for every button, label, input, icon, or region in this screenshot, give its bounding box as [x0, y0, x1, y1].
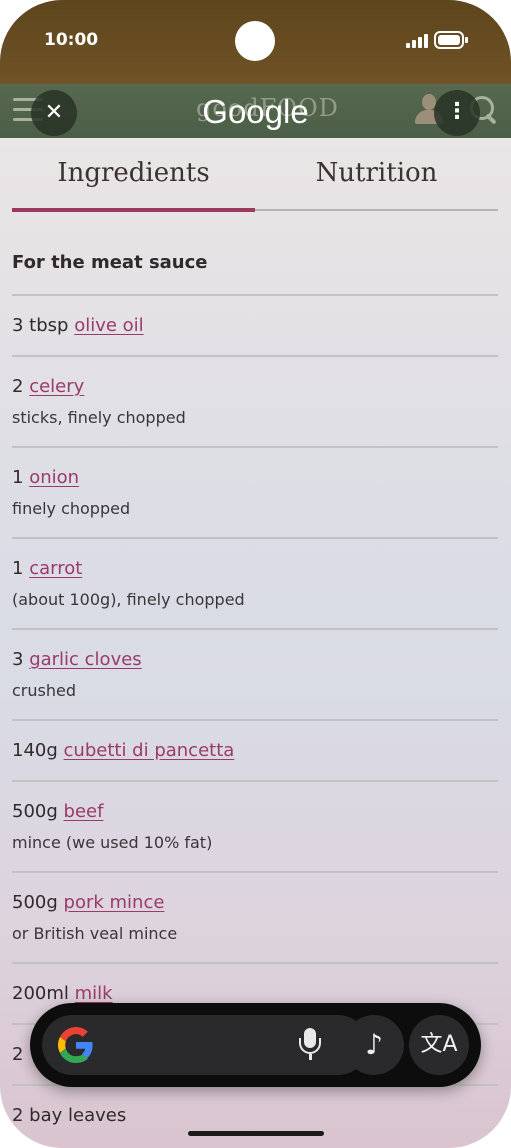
list-item: 2 celery sticks, finely chopped [12, 355, 498, 446]
tab-ingredients[interactable]: Ingredients [12, 158, 255, 188]
ingredient-qty: 1 [12, 558, 24, 579]
ingredient-link[interactable]: onion [29, 467, 79, 488]
ingredient-note: crushed [12, 681, 76, 700]
mic-icon[interactable] [297, 1028, 323, 1062]
ingredient-qty: 2 bay leaves [12, 1105, 127, 1126]
ingredient-note: sticks, finely chopped [12, 408, 186, 427]
list-item: 140g cubetti di pancetta [12, 719, 498, 780]
music-search-button[interactable]: ♪ [344, 1015, 404, 1075]
ingredient-link[interactable]: carrot [29, 558, 82, 579]
translate-icon: 文A [420, 1032, 458, 1057]
tab-bar: Ingredients Nutrition [12, 138, 498, 214]
home-indicator[interactable] [188, 1131, 324, 1136]
lens-search-pill[interactable] [42, 1015, 368, 1075]
ingredient-link[interactable]: olive oil [74, 315, 143, 336]
battery-icon [434, 31, 464, 49]
more-icon: ⋮ [446, 99, 468, 124]
ingredient-qty: 140g [12, 740, 58, 761]
ingredient-qty: 200ml [12, 983, 69, 1004]
list-item: 500g beef mince (we used 10% fat) [12, 780, 498, 871]
ingredient-note: finely chopped [12, 499, 131, 518]
close-icon: ✕ [44, 100, 64, 125]
ingredient-link[interactable]: milk [75, 983, 113, 1004]
google-lens-bar: ♪ 文A [30, 1003, 481, 1087]
more-button[interactable]: ⋮ [434, 90, 480, 136]
ingredient-qty: 500g [12, 892, 58, 913]
list-item: 3 garlic cloves crushed [12, 628, 498, 719]
phone-screen: 10:00 goodFOOD Google ✕ ⋮ Ingredients Nu… [0, 0, 511, 1148]
list-item: 1 onion finely chopped [12, 446, 498, 537]
ingredient-qty: 2 [12, 1044, 24, 1065]
ingredient-link[interactable]: cubetti di pancetta [64, 740, 235, 761]
active-tab-indicator [12, 208, 255, 212]
list-item: 3 tbsp olive oil [12, 294, 498, 355]
status-bar: 10:00 [0, 0, 511, 84]
tab-nutrition[interactable]: Nutrition [255, 158, 498, 188]
music-note-icon: ♪ [365, 1028, 383, 1061]
signal-icon [406, 34, 428, 48]
ingredient-qty: 500g [12, 801, 58, 822]
google-g-icon [58, 1027, 93, 1063]
camera-cutout [235, 21, 275, 61]
section-title: For the meat sauce [12, 252, 208, 273]
status-time: 10:00 [44, 30, 99, 50]
close-button[interactable]: ✕ [31, 90, 77, 136]
ingredient-note: mince (we used 10% fat) [12, 833, 213, 852]
ingredient-link[interactable]: celery [29, 376, 84, 397]
ingredient-link[interactable]: beef [64, 801, 104, 822]
ingredient-qty: 3 tbsp [12, 315, 69, 336]
ingredient-note: (about 100g), finely chopped [12, 590, 245, 609]
list-item: 1 carrot (about 100g), finely chopped [12, 537, 498, 628]
ingredient-qty: 1 [12, 467, 24, 488]
list-item: 500g pork mince or British veal mince [12, 871, 498, 962]
ingredient-qty: 2 [12, 376, 24, 397]
ingredient-note: or British veal mince [12, 924, 178, 943]
ingredient-link[interactable]: pork mince [64, 892, 165, 913]
battery-tip [465, 37, 468, 43]
ingredient-link[interactable]: garlic cloves [29, 649, 142, 670]
ingredient-qty: 3 [12, 649, 24, 670]
translate-button[interactable]: 文A [409, 1015, 469, 1075]
